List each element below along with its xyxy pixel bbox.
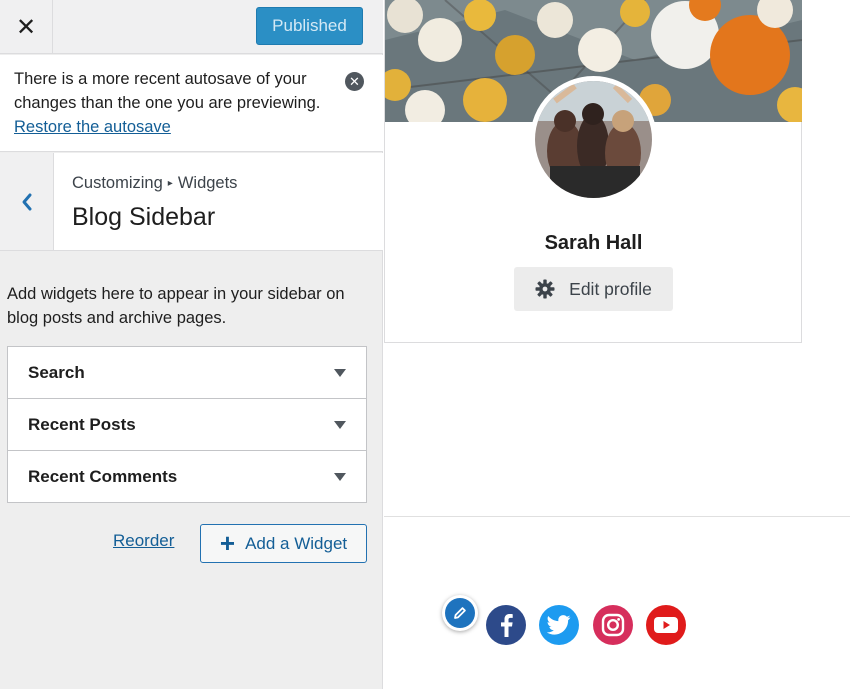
caret-down-icon[interactable] <box>334 368 346 377</box>
reorder-link[interactable]: Reorder <box>113 531 174 551</box>
caret-down-icon[interactable] <box>334 420 346 429</box>
publish-button[interactable]: Published <box>256 7 363 45</box>
section-header: Customizing ▸ Widgets Blog Sidebar <box>0 153 383 251</box>
widget-recent-comments[interactable]: Recent Comments <box>7 450 367 503</box>
avatar[interactable] <box>535 81 652 198</box>
close-customizer-button[interactable]: ✕ <box>0 0 53 54</box>
edit-shortcut-button[interactable] <box>442 595 478 631</box>
pencil-icon <box>445 598 475 628</box>
gear-icon <box>535 279 555 299</box>
dismiss-notice-icon[interactable]: ✕ <box>345 72 364 91</box>
customizer-header: ✕ Published <box>0 0 383 54</box>
caret-down-icon[interactable] <box>334 472 346 481</box>
divider <box>384 516 850 517</box>
youtube-icon[interactable] <box>646 605 686 645</box>
add-widget-label: Add a Widget <box>245 533 348 553</box>
breadcrumb-parent: Customizing <box>72 174 163 192</box>
breadcrumb-separator-icon: ▸ <box>167 178 173 189</box>
close-icon: ✕ <box>15 13 37 41</box>
restore-autosave-link[interactable]: Restore the autosave <box>14 118 171 136</box>
autosave-notice-text: There is a more recent autosave of your … <box>14 70 321 112</box>
customizer-panel: ✕ Published There is a more recent autos… <box>0 0 383 689</box>
twitter-icon[interactable] <box>539 605 579 645</box>
facebook-icon[interactable] <box>486 605 526 645</box>
widget-title: Recent Comments <box>28 466 178 486</box>
add-widget-button[interactable]: + Add a Widget <box>200 524 367 563</box>
breadcrumb: Customizing ▸ Widgets <box>72 174 237 193</box>
edit-profile-label: Edit profile <box>569 278 652 299</box>
chevron-left-icon <box>22 193 31 210</box>
profile-name: Sarah Hall <box>544 232 643 254</box>
section-title: Blog Sidebar <box>72 203 216 231</box>
avatar-frame <box>530 76 657 203</box>
site-preview: Sarah Hall Edit profile <box>384 0 850 689</box>
widget-list: Search Recent Posts Recent Comments <box>7 346 367 503</box>
breadcrumb-child: Widgets <box>177 174 238 192</box>
profile-card: Sarah Hall Edit profile <box>384 0 802 343</box>
widget-title: Recent Posts <box>28 414 136 434</box>
back-button[interactable] <box>0 153 54 250</box>
widget-recent-posts[interactable]: Recent Posts <box>7 398 367 451</box>
edit-profile-button[interactable]: Edit profile <box>514 267 673 311</box>
widget-title: Search <box>28 362 85 382</box>
autosave-notice: There is a more recent autosave of your … <box>0 55 383 152</box>
instagram-icon[interactable] <box>593 605 633 645</box>
plus-icon: + <box>219 527 236 558</box>
widget-search[interactable]: Search <box>7 346 367 399</box>
section-description: Add widgets here to appear in your sideb… <box>7 285 345 327</box>
